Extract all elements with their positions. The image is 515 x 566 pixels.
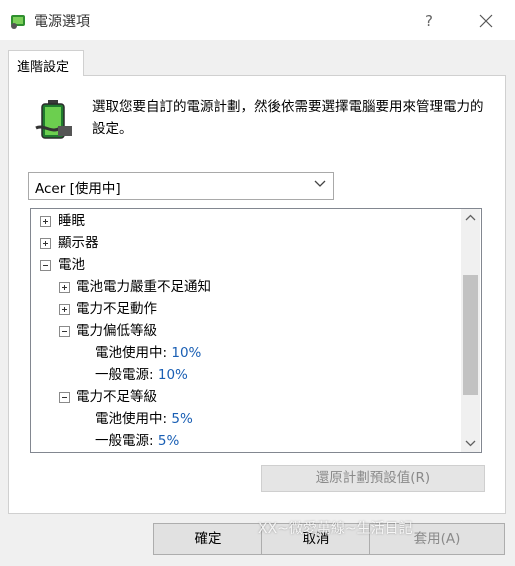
power-plan-dropdown[interactable]: Acer [使用中] — [28, 172, 334, 200]
setting-value-link[interactable]: 5% — [171, 411, 192, 427]
setting-value-link[interactable]: 10% — [171, 345, 201, 361]
tree-item-battery[interactable]: 電池 — [31, 254, 451, 276]
tree-item-label: 電池電力嚴重不足通知 — [76, 279, 211, 295]
scroll-up-button[interactable] — [461, 209, 480, 227]
setting-reserve-on-battery[interactable]: 電池使用中: 5% — [95, 408, 193, 430]
vertical-scrollbar[interactable] — [461, 209, 480, 452]
chevron-down-icon — [314, 180, 326, 187]
setting-label: 電池使用中: — [95, 411, 168, 427]
setting-reserve-plugged-in[interactable]: 一般電源: 5% — [95, 430, 179, 452]
collapse-icon[interactable] — [59, 392, 70, 403]
description-text: 選取您要自訂的電源計劃，然後依需要選擇電腦要用來管理電力的設定。 — [92, 99, 484, 137]
battery-icon — [35, 100, 72, 139]
tree-item-reserve-battery-level[interactable]: 電力不足等級 — [31, 386, 451, 408]
tree-item-low-battery-action[interactable]: 電力不足動作 — [31, 298, 451, 320]
setting-label: 一般電源: — [95, 367, 154, 383]
close-button[interactable] — [472, 8, 500, 34]
setting-low-level-on-battery[interactable]: 電池使用中: 10% — [95, 342, 201, 364]
tree-item-sleep[interactable]: 睡眠 — [31, 210, 451, 232]
scroll-down-button[interactable] — [461, 434, 480, 452]
tree-item-low-battery-level[interactable]: 電力偏低等級 — [31, 320, 451, 342]
scrollbar-thumb[interactable] — [463, 275, 478, 395]
collapse-icon[interactable] — [59, 326, 70, 337]
ok-button[interactable]: 確定 — [153, 523, 263, 555]
tab-advanced-settings[interactable]: 進階設定 — [8, 50, 84, 76]
help-button[interactable]: ? — [415, 8, 443, 34]
window-title: 電源選項 — [34, 14, 90, 30]
expand-icon[interactable] — [59, 304, 70, 315]
settings-tree[interactable]: 睡眠 顯示器 電池 電池電力嚴重不足通知 電力不足動作 電力偏低等級 電池使用中… — [30, 208, 482, 453]
tree-item-label: 電力偏低等級 — [76, 323, 157, 339]
expand-icon[interactable] — [59, 282, 70, 293]
collapse-icon[interactable] — [40, 260, 51, 271]
restore-defaults-button[interactable]: 還原計劃預設值(R) — [261, 465, 485, 492]
tree-item-label: 電池 — [58, 257, 85, 273]
apply-button[interactable]: 套用(A) — [369, 523, 505, 555]
tree-item-critical-notification[interactable]: 電池電力嚴重不足通知 — [31, 276, 451, 298]
setting-label: 電池使用中: — [95, 345, 168, 361]
chevron-up-icon — [465, 214, 476, 221]
tab-label: 進階設定 — [17, 60, 70, 75]
setting-value-link[interactable]: 5% — [158, 433, 179, 449]
cancel-button[interactable]: 取消 — [261, 523, 371, 555]
power-options-icon — [11, 15, 25, 29]
expand-icon[interactable] — [40, 216, 51, 227]
setting-label: 一般電源: — [95, 433, 154, 449]
tree-item-label: 睡眠 — [58, 213, 85, 229]
tree-item-label: 電力不足動作 — [76, 301, 157, 317]
tree-item-label: 電力不足等級 — [76, 389, 157, 405]
expand-icon[interactable] — [40, 238, 51, 249]
close-icon — [479, 14, 493, 28]
setting-value-link[interactable]: 10% — [158, 367, 188, 383]
tree-item-display[interactable]: 顯示器 — [31, 232, 451, 254]
power-plan-value: Acer [使用中] — [35, 181, 121, 197]
tree-item-label: 顯示器 — [58, 235, 99, 251]
chevron-down-icon — [465, 440, 476, 447]
setting-low-level-plugged-in[interactable]: 一般電源: 10% — [95, 364, 188, 386]
title-bar: 電源選項 ? — [0, 0, 515, 40]
